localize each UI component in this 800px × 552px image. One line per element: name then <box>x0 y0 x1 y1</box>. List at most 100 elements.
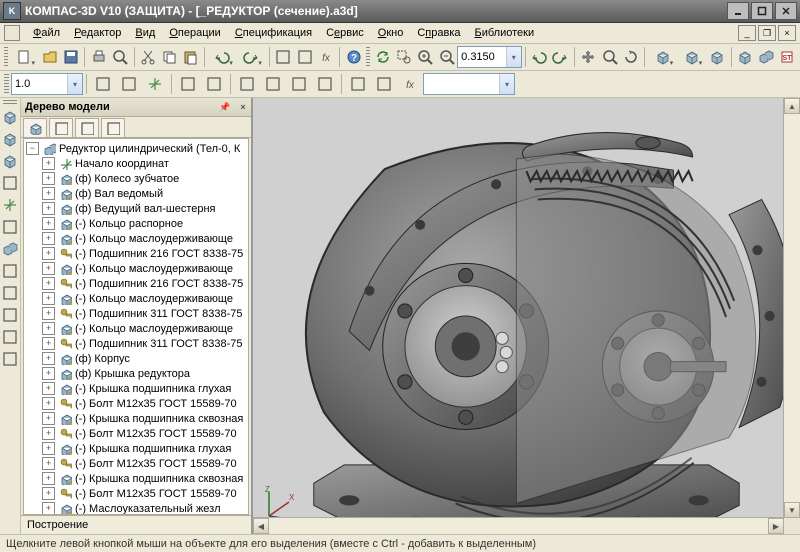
horizontal-scrollbar[interactable]: ◀ ▶ <box>253 517 784 534</box>
scroll-right-button[interactable]: ▶ <box>768 518 784 534</box>
print-button[interactable] <box>89 45 108 69</box>
tree-root[interactable]: −Редуктор цилиндрический (Тел-0, К <box>24 141 248 156</box>
tree-origin[interactable]: +Начало координат <box>40 156 248 171</box>
tree-expander[interactable]: + <box>42 307 55 320</box>
tree-expander[interactable]: + <box>42 442 55 455</box>
tree-expander[interactable]: + <box>42 202 55 215</box>
tree-item[interactable]: +(ф) Корпус <box>40 351 248 366</box>
pan-button[interactable] <box>579 45 598 69</box>
tree-item[interactable]: +(-) Кольцо маслоудерживающе <box>40 291 248 306</box>
refresh-button[interactable] <box>373 45 392 69</box>
tree-item[interactable]: +(-) Болт М12x35 ГОСТ 15589-70 <box>40 426 248 441</box>
tree-item[interactable]: +(-) Крышка подшипника сквозная <box>40 471 248 486</box>
tree-item[interactable]: +(ф) Ведущий вал-шестерня <box>40 201 248 216</box>
undo-button[interactable] <box>209 45 236 69</box>
redo-button[interactable] <box>238 45 265 69</box>
ortho-button[interactable] <box>176 72 200 96</box>
measure-button[interactable] <box>0 261 20 281</box>
zoom-fit-button[interactable] <box>600 45 619 69</box>
panel-footer-tab[interactable]: Построение <box>21 515 251 534</box>
mdi-restore-button[interactable]: ❐ <box>758 25 776 41</box>
tree-item[interactable]: +(-) Подшипник 216 ГОСТ 8338-75 <box>40 246 248 261</box>
tree-item[interactable]: +(-) Подшипник 311 ГОСТ 8338-75 <box>40 306 248 321</box>
menu-help[interactable]: Справка <box>410 25 467 41</box>
cut-button[interactable] <box>138 45 157 69</box>
tree-expander[interactable]: + <box>42 472 55 485</box>
tree-expander[interactable]: + <box>42 427 55 440</box>
tree-expander[interactable]: + <box>42 172 55 185</box>
paste-button[interactable] <box>181 45 200 69</box>
tree-expander[interactable]: + <box>42 352 55 365</box>
open-button[interactable] <box>40 45 59 69</box>
minimize-button[interactable] <box>727 2 749 20</box>
tree-expander[interactable]: + <box>42 367 55 380</box>
menu-window[interactable]: Окно <box>371 25 411 41</box>
layer-combo[interactable]: ▾ <box>423 73 515 95</box>
tree-expander[interactable]: + <box>42 487 55 500</box>
scroll-up-button[interactable]: ▲ <box>784 98 800 114</box>
new-button[interactable] <box>11 45 38 69</box>
zoom-next-button[interactable] <box>551 45 570 69</box>
tree-expander[interactable]: + <box>42 457 55 470</box>
properties-button[interactable] <box>274 45 293 69</box>
model-tree[interactable]: −Редуктор цилиндрический (Тел-0, К+Начал… <box>23 138 249 515</box>
tree-expander[interactable]: + <box>42 217 55 230</box>
save-button[interactable] <box>61 45 80 69</box>
dim-auto-button[interactable] <box>398 72 422 96</box>
round-button[interactable] <box>202 72 226 96</box>
aux-geometry-button[interactable] <box>0 195 20 215</box>
menu-libraries[interactable]: Библиотеки <box>468 25 542 41</box>
panel-close-button[interactable]: × <box>235 99 251 115</box>
orbit-button[interactable] <box>621 45 640 69</box>
tree-item[interactable]: +(-) Кольцо распорное <box>40 216 248 231</box>
tree-item[interactable]: +(-) Крышка подшипника сквозная <box>40 411 248 426</box>
tree-view-tab-3[interactable] <box>75 118 99 137</box>
menu-spec[interactable]: Спецификация <box>228 25 319 41</box>
rebuild-button[interactable] <box>757 45 776 69</box>
viewport-3d[interactable]: Z Y X ▲ ▼ ◀ ▶ <box>253 98 800 534</box>
tree-expander[interactable]: + <box>42 262 55 275</box>
dim-assoc-button[interactable] <box>346 72 370 96</box>
filter-button-4[interactable] <box>313 72 337 96</box>
filters-button[interactable] <box>0 283 20 303</box>
variables-button[interactable] <box>316 45 335 69</box>
tree-expander[interactable]: + <box>42 157 55 170</box>
zoom-out-button[interactable] <box>437 45 456 69</box>
tree-item[interactable]: +(ф) Колесо зубчатое <box>40 171 248 186</box>
scroll-down-button[interactable]: ▼ <box>784 502 800 518</box>
tree-item[interactable]: +(-) Крышка подшипника глухая <box>40 381 248 396</box>
tree-view-tab-4[interactable] <box>101 118 125 137</box>
tree-view-tab-2[interactable] <box>49 118 73 137</box>
perspective-button[interactable] <box>707 45 726 69</box>
toolbar-grip[interactable] <box>3 100 17 106</box>
tree-item[interactable]: +(ф) Вал ведомый <box>40 186 248 201</box>
tree-expander[interactable]: + <box>42 322 55 335</box>
simplified-button[interactable] <box>735 45 754 69</box>
tree-item[interactable]: +(-) Крышка подшипника глухая <box>40 441 248 456</box>
tree-item[interactable]: +(-) Болт М12x35 ГОСТ 15589-70 <box>40 486 248 501</box>
snap-button[interactable] <box>91 72 115 96</box>
tree-expander[interactable]: + <box>42 382 55 395</box>
tree-item[interactable]: +(-) Маслоуказательный жезл <box>40 501 248 515</box>
elements-button[interactable] <box>0 327 20 347</box>
chevron-down-icon[interactable]: ▾ <box>499 74 514 94</box>
maximize-button[interactable] <box>751 2 773 20</box>
toolbar-grip[interactable] <box>366 47 370 67</box>
spec-button[interactable] <box>0 305 20 325</box>
filter-button-2[interactable] <box>261 72 285 96</box>
mates-button[interactable] <box>0 239 20 259</box>
library-manager-button[interactable] <box>295 45 314 69</box>
tree-expander[interactable]: + <box>42 337 55 350</box>
tree-item[interactable]: +(-) Кольцо маслоудерживающе <box>40 321 248 336</box>
tree-item[interactable]: +(-) Болт М12x35 ГОСТ 15589-70 <box>40 396 248 411</box>
surfaces-button[interactable] <box>0 173 20 193</box>
zoom-prev-button[interactable] <box>530 45 549 69</box>
tree-item[interactable]: +(-) Подшипник 216 ГОСТ 8338-75 <box>40 276 248 291</box>
stop-button[interactable] <box>778 45 797 69</box>
zoom-in-button[interactable] <box>416 45 435 69</box>
mdi-close-button[interactable]: × <box>778 25 796 41</box>
display-style-button[interactable] <box>678 45 705 69</box>
filter-button-1[interactable] <box>235 72 259 96</box>
vertical-scrollbar[interactable]: ▲ ▼ <box>783 98 800 518</box>
panel-pin-button[interactable]: 📌 <box>217 99 233 115</box>
